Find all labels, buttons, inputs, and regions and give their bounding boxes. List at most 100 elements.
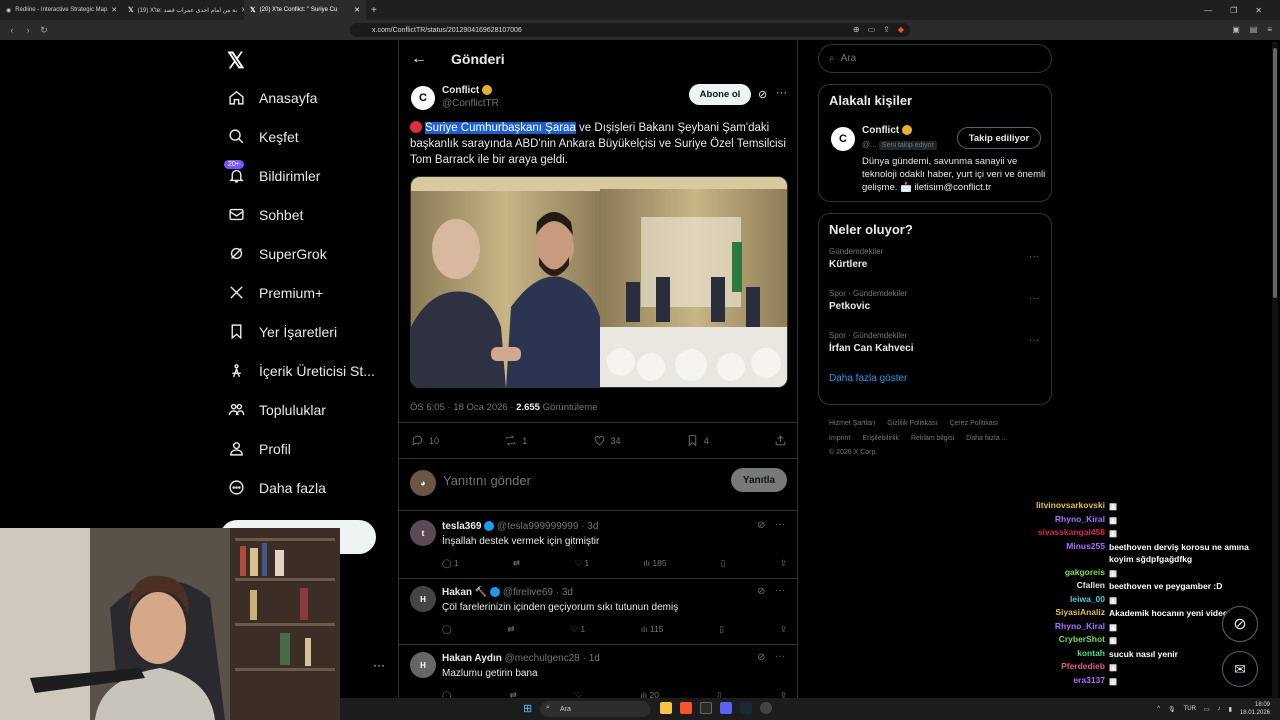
more-icon[interactable]: ···	[775, 519, 785, 530]
close-icon[interactable]: ✕	[354, 6, 360, 14]
related-name[interactable]: Conflict	[862, 125, 899, 136]
grok-icon[interactable]: ⊘	[757, 652, 765, 663]
back-icon[interactable]: ‹	[4, 25, 20, 35]
post-photo[interactable]	[410, 176, 788, 388]
post-time[interactable]: ÖS 6:05 · 18 Oca 2026 ·	[410, 402, 516, 413]
nav-item-communities[interactable]: Topluluklar	[220, 390, 390, 429]
messages-fab-button[interactable]: ✉	[1222, 651, 1258, 687]
scrollbar-thumb[interactable]	[1273, 48, 1277, 298]
following-button[interactable]: Takip ediliyor	[957, 127, 1041, 149]
trend-item[interactable]: Spor · Gündemdekiler İrfan Can Kahveci ···	[819, 327, 1051, 369]
nav-item-explore[interactable]: Keşfet	[220, 117, 390, 156]
share-icon[interactable]: ⇪	[780, 558, 787, 569]
reload-icon[interactable]: ↻	[36, 25, 52, 36]
share-icon[interactable]: ⇪	[780, 624, 787, 635]
views-action[interactable]: ılı 115	[641, 624, 664, 635]
restore-icon[interactable]: ❐	[1230, 6, 1237, 15]
terminal-icon[interactable]	[700, 702, 712, 714]
language-indicator[interactable]: TUR	[1184, 706, 1196, 712]
like-action[interactable]: 34	[593, 434, 621, 447]
bookmark-action[interactable]: 4	[686, 434, 709, 447]
browser-tab[interactable]: 𝕏 (19) X'te: بة من امام احدى عمرات قصد ✕	[122, 0, 244, 20]
nav-item-more[interactable]: Daha fazla	[220, 468, 390, 507]
chevron-up-icon[interactable]: ^	[1157, 706, 1160, 712]
grok-icon[interactable]: ⊘	[757, 586, 765, 597]
reply-author-name[interactable]: Hakan Aydın	[442, 653, 502, 664]
reply-action[interactable]: ◯ 1	[442, 558, 459, 569]
bookmark-icon[interactable]: ▯	[719, 624, 724, 635]
taskbar-search[interactable]: ⌕ Ara	[540, 701, 650, 717]
page-scrollbar[interactable]	[1272, 42, 1278, 698]
avatar[interactable]: C	[411, 86, 435, 110]
bookmark-icon[interactable]: ▯	[721, 558, 726, 569]
nav-item-home[interactable]: Anasayfa	[220, 78, 390, 117]
more-icon[interactable]: ···	[776, 87, 787, 99]
obs-icon[interactable]	[760, 702, 772, 714]
footer-link[interactable]: Imprint	[829, 435, 850, 442]
url-field[interactable]: x.com/ConflictTR/status/2012904169628107…	[350, 23, 910, 37]
reply-action[interactable]: 10	[411, 434, 439, 447]
volume-icon[interactable]: ♪	[1218, 706, 1221, 712]
reply-action[interactable]: ◯	[442, 624, 452, 635]
share-action[interactable]	[774, 434, 787, 447]
nav-item-chat[interactable]: Sohbet	[220, 195, 390, 234]
brave-browser-icon[interactable]	[680, 702, 692, 714]
battery-icon[interactable]: ▮	[1229, 706, 1232, 713]
footer-link[interactable]: Hizmet Şartları	[829, 420, 875, 427]
footer-link[interactable]: Reklam bilgisi	[911, 435, 954, 442]
close-window-icon[interactable]: ✕	[1255, 6, 1262, 15]
back-arrow-icon[interactable]: ←	[411, 50, 427, 68]
new-tab-icon[interactable]: +	[366, 5, 382, 16]
account-more-icon[interactable]: ···	[373, 658, 385, 672]
network-icon[interactable]: ▭	[1204, 706, 1210, 713]
repost-action[interactable]: ⇄	[513, 558, 520, 569]
trend-item[interactable]: Gündemdekiler Kürtlere ···	[819, 243, 1051, 285]
trend-item[interactable]: Spor · Gündemdekiler Petkovic ···	[819, 285, 1051, 327]
file-explorer-icon[interactable]	[660, 702, 672, 714]
more-icon[interactable]: ···	[775, 585, 785, 596]
grok-icon[interactable]: ⊘	[757, 520, 765, 531]
more-icon[interactable]: ···	[1029, 335, 1039, 346]
avatar[interactable]: C	[831, 127, 855, 151]
zoom-icon[interactable]: ⊕	[853, 25, 860, 34]
like-action[interactable]: ♡ 1	[574, 558, 589, 569]
footer-link[interactable]: Daha fazla ...	[966, 435, 1007, 442]
grok-fab-button[interactable]: ⊘	[1222, 606, 1258, 642]
more-icon[interactable]: ···	[775, 651, 785, 662]
brave-shield-icon[interactable]: ◆	[898, 25, 904, 34]
x-logo-icon[interactable]: 𝕏	[227, 48, 245, 74]
mic-icon[interactable]: 🎙	[1168, 706, 1176, 713]
reply-button[interactable]: Yanıtla	[731, 468, 787, 492]
reply-item[interactable]: H Hakan 🔨 @firelive69 · 3d Çöl farelerin…	[399, 584, 797, 644]
steam-icon[interactable]	[740, 702, 752, 714]
views-action[interactable]: ılı 185	[643, 558, 666, 569]
avatar[interactable]: t	[410, 520, 436, 546]
extension-icon[interactable]: ▣	[1232, 25, 1240, 34]
nav-item-notifications[interactable]: 20+ Bildirimler	[220, 156, 390, 195]
more-icon[interactable]: ···	[1029, 251, 1039, 262]
close-icon[interactable]: ✕	[111, 6, 117, 14]
post-author[interactable]: Conflict	[442, 85, 492, 96]
menu-icon[interactable]: ≡	[1267, 25, 1272, 34]
footer-link[interactable]: Erişilebilirlik	[862, 435, 899, 442]
clock[interactable]: 18:09 18.01.2026	[1240, 701, 1270, 717]
browser-tab[interactable]: ◉ Redline - Interactive Strategic Map ✕	[0, 0, 122, 20]
reply-author-name[interactable]: Hakan 🔨	[442, 587, 487, 598]
nav-item-supergrok[interactable]: SuperGrok	[220, 234, 390, 273]
windows-start-icon[interactable]: ⊞	[523, 702, 532, 715]
nav-item-creator-studio[interactable]: İçerik Üreticisi St...	[220, 351, 390, 390]
screen-icon[interactable]: ▭	[868, 25, 876, 34]
repost-action[interactable]: ⇄	[507, 624, 514, 635]
avatar[interactable]: H	[410, 652, 436, 678]
repost-action[interactable]: 1	[504, 434, 527, 447]
more-icon[interactable]: ···	[1029, 293, 1039, 304]
forward-icon[interactable]: ›	[20, 25, 36, 35]
author-handle[interactable]: @ConflictTR	[442, 98, 499, 109]
grok-icon[interactable]: ⊘	[758, 88, 767, 101]
browser-tab-active[interactable]: 𝕏 (20) X'te Conflict: " Suriye Cu ✕	[244, 0, 366, 20]
nav-item-profile[interactable]: Profil	[220, 429, 390, 468]
reply-author-name[interactable]: tesla369	[442, 521, 481, 532]
search-input[interactable]: ⌕ Ara	[818, 44, 1052, 73]
like-action[interactable]: ♡ 1	[570, 624, 585, 635]
nav-item-bookmarks[interactable]: Yer İşaretleri	[220, 312, 390, 351]
